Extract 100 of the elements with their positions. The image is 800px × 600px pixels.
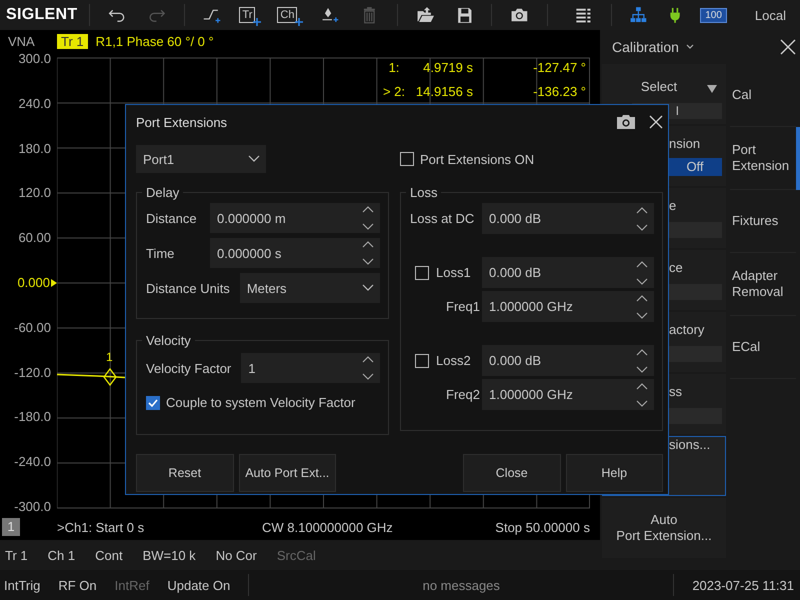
instrument-label: VNA (7, 34, 36, 48)
toggle-value[interactable]: Off (668, 158, 722, 176)
close-icon[interactable] (780, 39, 796, 55)
menu-tab[interactable]: Adapter Removal (730, 253, 796, 316)
menu-tab[interactable]: Fixtures (730, 190, 796, 253)
chevron-icon (248, 155, 260, 163)
marker-y-value: -127.47 ° (532, 60, 587, 76)
marker-diamond[interactable] (103, 368, 117, 386)
softkey-label: ce (669, 260, 683, 276)
sweep-start: >Ch1: Start 0 s (57, 520, 144, 534)
group-title: Velocity (145, 333, 192, 348)
axis-label: 120.0 (18, 186, 51, 200)
softkey-label: Auto Port Extension... (616, 512, 712, 544)
group-title: Delay (145, 185, 180, 200)
checkbox-label: Loss1 (436, 265, 471, 280)
status-item[interactable]: Cont (95, 548, 123, 562)
date-time: 2023-07-25 11:31 (692, 578, 795, 592)
axis-label: -240.0 (14, 455, 51, 470)
camera-icon[interactable] (617, 115, 635, 129)
spin-field[interactable]: 1.000000 GHz (482, 291, 654, 322)
axis-label: 300.0 (18, 52, 51, 66)
close-icon[interactable] (649, 115, 663, 129)
stepper-icon[interactable] (636, 294, 648, 320)
dialog-button[interactable]: Help (566, 454, 663, 492)
plus-icon (295, 18, 304, 26)
stepper-icon[interactable] (362, 240, 374, 266)
stepper-icon[interactable] (362, 355, 374, 381)
field-label: Freq2 (445, 387, 481, 402)
checkbox[interactable] (400, 152, 414, 166)
axis-label: -180.0 (14, 410, 51, 424)
checkbox[interactable] (415, 266, 429, 280)
softkey-label: e (669, 198, 676, 214)
spin-field[interactable]: 0.000 dB (482, 345, 654, 376)
field-label: Distance (146, 210, 198, 226)
field-label: Time (146, 246, 176, 260)
field-label: Loss at DC (410, 211, 476, 226)
menu-tab[interactable]: ECal (730, 316, 796, 379)
field-label: Distance Units (146, 280, 230, 296)
spin-field[interactable]: 0.000 dB (482, 257, 654, 288)
softkey-label: sions... (669, 437, 710, 453)
dialog-button[interactable]: Close (463, 454, 560, 492)
trace-tag[interactable]: Tr 1 (57, 34, 88, 48)
remote-mode-label: Local (754, 8, 786, 22)
axis-label: 180.0 (18, 142, 51, 156)
port-select[interactable]: Port1 (136, 145, 266, 173)
trace-info: R1,1 Phase 60 °/ 0 ° (96, 34, 214, 48)
checkbox-label: Couple to system Velocity Factor (166, 395, 356, 410)
checkbox[interactable] (146, 396, 160, 410)
axis-label: -300.0 (14, 500, 51, 514)
spin-field[interactable]: 0.000000 m (210, 203, 380, 233)
softkey-label: actory (669, 322, 704, 338)
axis-label: -60.00 (14, 320, 51, 335)
chevron-icon (362, 284, 374, 292)
status-item[interactable]: Tr 1 (5, 548, 28, 562)
softkey[interactable]: Auto Port Extension... (602, 498, 726, 558)
menu-tab[interactable]: Cal (730, 64, 796, 127)
marker-name: 1: (388, 60, 400, 76)
status-item[interactable]: Update On (167, 578, 230, 592)
stepper-icon[interactable] (362, 205, 374, 231)
status-item[interactable]: BW=10 k (142, 548, 196, 562)
sweep-stop: Stop 50.00000 s (495, 520, 590, 534)
checkbox[interactable] (415, 354, 429, 368)
sweep-center: CW 8.100000000 GHz (262, 520, 393, 534)
stepper-icon[interactable] (636, 260, 648, 286)
chevron-icon[interactable] (684, 43, 695, 51)
group-title: Loss (409, 185, 438, 200)
field-label: Velocity Factor (146, 360, 232, 376)
stepper-icon[interactable] (636, 206, 648, 232)
message-text: no messages (422, 578, 501, 592)
softkey-label: ss (669, 384, 682, 400)
marker-x-value: 14.9156 s (414, 84, 474, 100)
status-item[interactable]: RF On (58, 578, 97, 592)
status-item[interactable]: IntTrig (4, 578, 40, 592)
marker-x-value: 4.9719 s (422, 60, 474, 76)
dialog-button[interactable]: Auto Port Ext... (238, 454, 336, 492)
checkbox-label: Loss2 (436, 353, 471, 368)
axis-label: 0.000 (17, 276, 50, 290)
reference-arrow-icon (51, 278, 57, 287)
status-item[interactable]: Ch 1 (48, 548, 76, 562)
stepper-icon[interactable] (636, 348, 648, 374)
spin-field[interactable]: 1 (241, 353, 380, 383)
stepper-icon[interactable] (636, 382, 648, 408)
spin-field[interactable]: 0.000000 s (210, 238, 380, 268)
status-item[interactable]: No Cor (216, 548, 257, 562)
axis-label: -120.0 (14, 366, 51, 380)
axis-label: 240.0 (18, 96, 51, 111)
spin-field[interactable]: 0.000 dB (482, 203, 654, 234)
dialog-button[interactable]: Reset (136, 454, 234, 492)
checkbox-label: Port Extensions ON (420, 152, 534, 166)
dialog-title: Port Extensions (136, 114, 228, 130)
marker-y-value: -136.23 ° (532, 84, 587, 100)
marker-label: 1 (106, 350, 113, 364)
brand-logo: SIGLENT (6, 6, 78, 24)
dropdown-icon (707, 85, 717, 93)
marker-name: > 2: (382, 84, 406, 100)
field-label: Freq1 (445, 299, 481, 314)
spin-field[interactable]: 1.000000 GHz (482, 379, 654, 410)
units-select[interactable]: Meters (240, 273, 380, 303)
axis-label: 60.00 (18, 231, 51, 246)
panel-title[interactable]: Calibration (612, 39, 679, 55)
